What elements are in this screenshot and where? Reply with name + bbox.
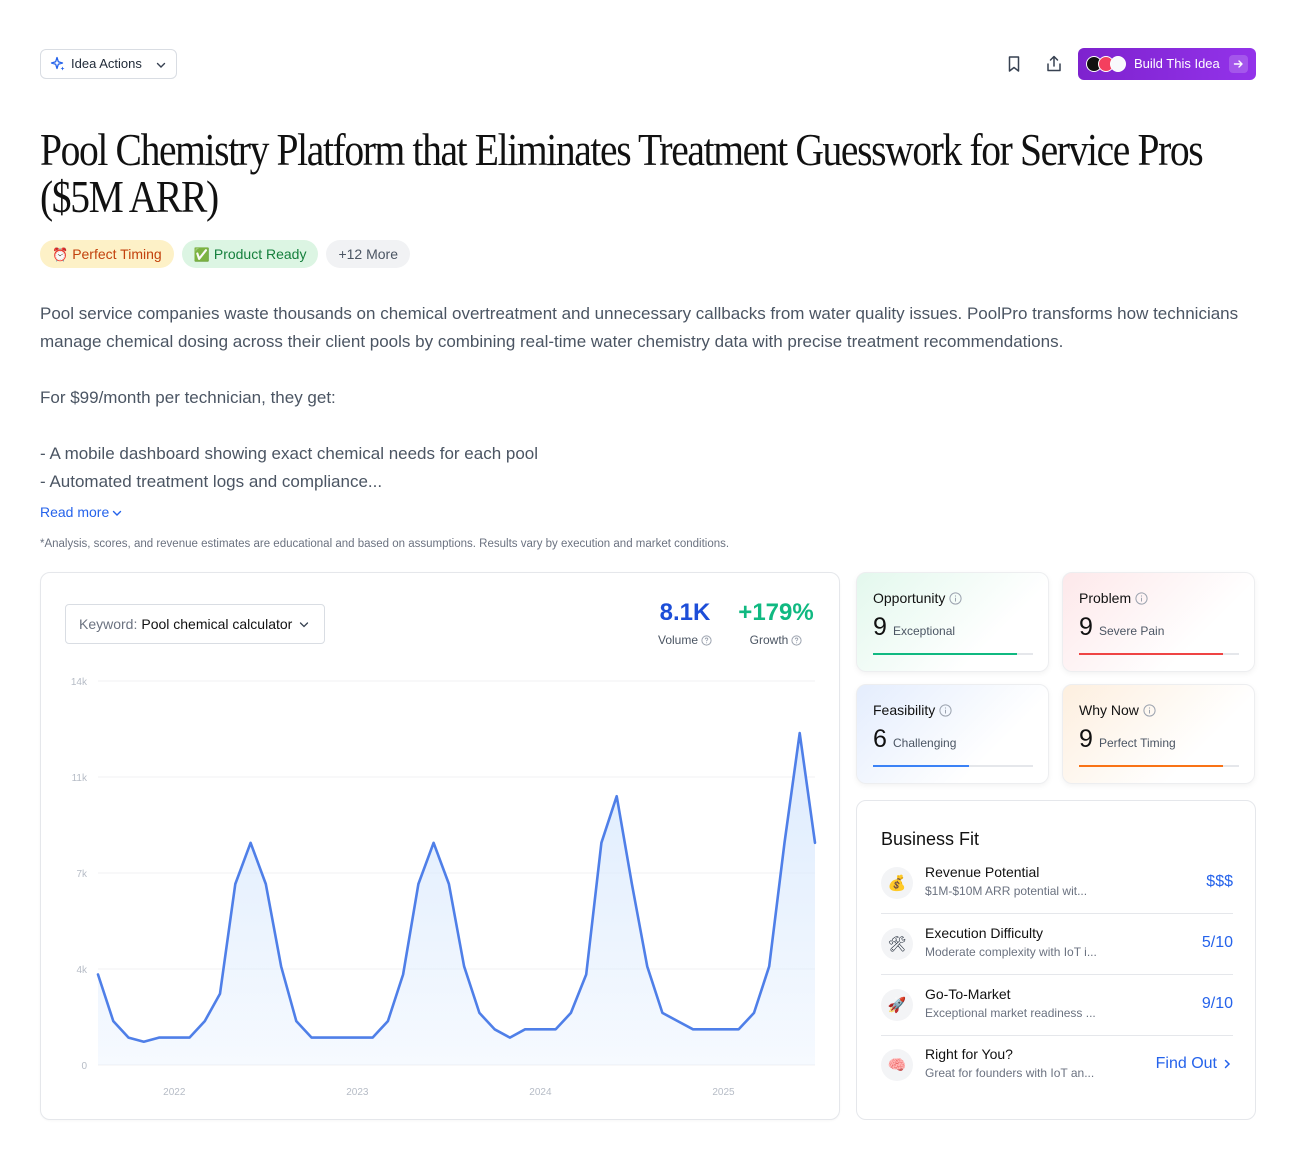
trend-chart: 0 4k 7k 11k 14k 2022 2023 2024 2025 [71, 677, 817, 1098]
info-icon[interactable] [1143, 704, 1156, 717]
build-this-idea-label: Build This Idea [1134, 56, 1220, 71]
x-tick-label: 2024 [529, 1087, 552, 1098]
score-bar-fill [873, 765, 969, 767]
badge-label: Perfect Timing [72, 246, 162, 262]
page-title: Pool Chemistry Platform that Eliminates … [40, 124, 1204, 222]
trend-area [98, 733, 815, 1065]
y-tick-label: 4k [76, 965, 88, 976]
chevron-down-icon [156, 62, 166, 68]
score-card-feasibility[interactable]: Feasibility 6 Challenging [856, 684, 1049, 784]
info-icon[interactable] [939, 704, 952, 717]
brain-icon: 🧠 [881, 1049, 913, 1081]
score-word: Challenging [893, 736, 957, 750]
fit-row-name: Right for You? [925, 1046, 1013, 1062]
idea-actions-label: Idea Actions [71, 56, 142, 71]
chevron-down-icon [113, 511, 122, 517]
score-title-row: Opportunity [873, 590, 962, 606]
score-bar [873, 653, 1033, 655]
description-paragraph: Pool service companies waste thousands o… [40, 304, 1239, 351]
badge-label: Product Ready [213, 246, 307, 262]
build-this-idea-button[interactable]: Build This Idea [1078, 48, 1256, 80]
fit-row-subtitle: Moderate complexity with IoT i... [925, 945, 1097, 959]
x-tick-label: 2022 [163, 1087, 186, 1098]
keyword-trend-card: Keyword: Pool chemical calculator 8.1K Vo… [40, 572, 840, 1120]
read-more-label: Read more [40, 504, 110, 520]
alarm-clock-icon: ⏰ [52, 248, 69, 263]
score-value: 9 [873, 613, 887, 641]
fit-row-revenue-potential[interactable]: 💰 Revenue Potential $1M-$10M ARR potenti… [881, 853, 1233, 914]
chevron-right-icon [1224, 1059, 1231, 1069]
info-icon[interactable] [949, 592, 962, 605]
badge-product-ready[interactable]: ✅ Product Ready [181, 240, 319, 268]
bookmark-icon[interactable] [1004, 54, 1024, 74]
share-icon[interactable] [1044, 54, 1064, 74]
score-title-row: Why Now [1079, 702, 1156, 718]
x-tick-label: 2023 [346, 1087, 369, 1098]
fit-row-name: Execution Difficulty [925, 925, 1044, 941]
fit-row-name: Go-To-Market [925, 986, 1011, 1002]
score-word: Perfect Timing [1099, 736, 1176, 750]
score-word: Severe Pain [1099, 624, 1165, 638]
score-title: Feasibility [873, 702, 936, 718]
builder-logo-icon [1110, 56, 1126, 72]
idea-description: Pool service companies waste thousands o… [40, 300, 1256, 496]
fit-row-subtitle: $1M-$10M ARR potential wit... [925, 884, 1088, 898]
find-out-link[interactable]: Find Out [1156, 1055, 1233, 1073]
arrow-right-icon [1229, 55, 1248, 73]
description-bullet: - Automated treatment logs and complianc… [40, 472, 383, 491]
y-tick-label: 11k [72, 773, 88, 784]
description-bullet: - A mobile dashboard showing exact chemi… [40, 444, 539, 463]
y-tick-label: 0 [81, 1061, 87, 1072]
fit-row-value: $$$ [1206, 873, 1233, 890]
badge-list: ⏰ Perfect Timing ✅ Product Ready +12 More [40, 240, 411, 268]
score-title-row: Feasibility [873, 702, 952, 718]
fit-row-execution-difficulty[interactable]: 🛠 Execution Difficulty Moderate complexi… [881, 914, 1233, 975]
fit-row-subtitle: Great for founders with IoT an... [925, 1066, 1095, 1080]
y-tick-label: 7k [76, 869, 88, 880]
score-value: 6 [873, 725, 887, 753]
badge-more[interactable]: +12 More [326, 240, 411, 268]
x-tick-label: 2025 [712, 1087, 735, 1098]
score-bar [1079, 765, 1239, 767]
score-bar-fill [1079, 765, 1223, 767]
description-paragraph: For $99/month per technician, they get: [40, 388, 336, 407]
score-card-problem[interactable]: Problem 9 Severe Pain [1062, 572, 1255, 672]
top-bar: Idea Actions Build This Idea [40, 48, 1256, 80]
fit-row-name: Revenue Potential [925, 864, 1040, 880]
fit-row-right-for-you[interactable]: 🧠 Right for You? Great for founders with… [881, 1035, 1233, 1096]
sparkle-icon [50, 56, 65, 71]
y-tick-label: 14k [71, 677, 88, 688]
score-title: Problem [1079, 590, 1132, 606]
check-mark-icon: ✅ [193, 248, 210, 263]
fit-row-value: 5/10 [1201, 934, 1233, 951]
score-word: Exceptional [893, 624, 956, 638]
fit-row-value: 9/10 [1201, 995, 1233, 1012]
badge-perfect-timing[interactable]: ⏰ Perfect Timing [40, 240, 174, 268]
disclaimer-text: *Analysis, scores, and revenue estimates… [40, 538, 730, 550]
score-title: Why Now [1079, 702, 1139, 718]
score-card-why-now[interactable]: Why Now 9 Perfect Timing [1062, 684, 1255, 784]
read-more-link[interactable]: Read more [40, 504, 123, 520]
score-value: 9 [1079, 613, 1093, 641]
badge-label: +12 More [338, 246, 399, 262]
score-bar [1079, 653, 1239, 655]
find-out-label: Find Out [1155, 1055, 1217, 1072]
builder-logos [1086, 56, 1128, 72]
score-title: Opportunity [873, 590, 946, 606]
tools-icon: 🛠 [881, 928, 913, 960]
score-bar [873, 765, 1033, 767]
score-value: 9 [1079, 725, 1093, 753]
score-title-row: Problem [1079, 590, 1148, 606]
score-card-opportunity[interactable]: Opportunity 9 Exceptional [856, 572, 1049, 672]
rocket-icon: 🚀 [881, 989, 913, 1021]
fit-row-go-to-market[interactable]: 🚀 Go-To-Market Exceptional market readin… [881, 975, 1233, 1036]
business-fit-title: Business Fit [881, 829, 980, 849]
money-bag-icon: 💰 [881, 867, 913, 899]
idea-actions-button[interactable]: Idea Actions [40, 49, 177, 79]
score-bar-fill [873, 653, 1017, 655]
score-bar-fill [1079, 653, 1223, 655]
business-fit-card: Business Fit 💰 Revenue Potential $1M-$10… [856, 800, 1256, 1120]
fit-row-subtitle: Exceptional market readiness ... [925, 1006, 1096, 1020]
info-icon[interactable] [1135, 592, 1148, 605]
